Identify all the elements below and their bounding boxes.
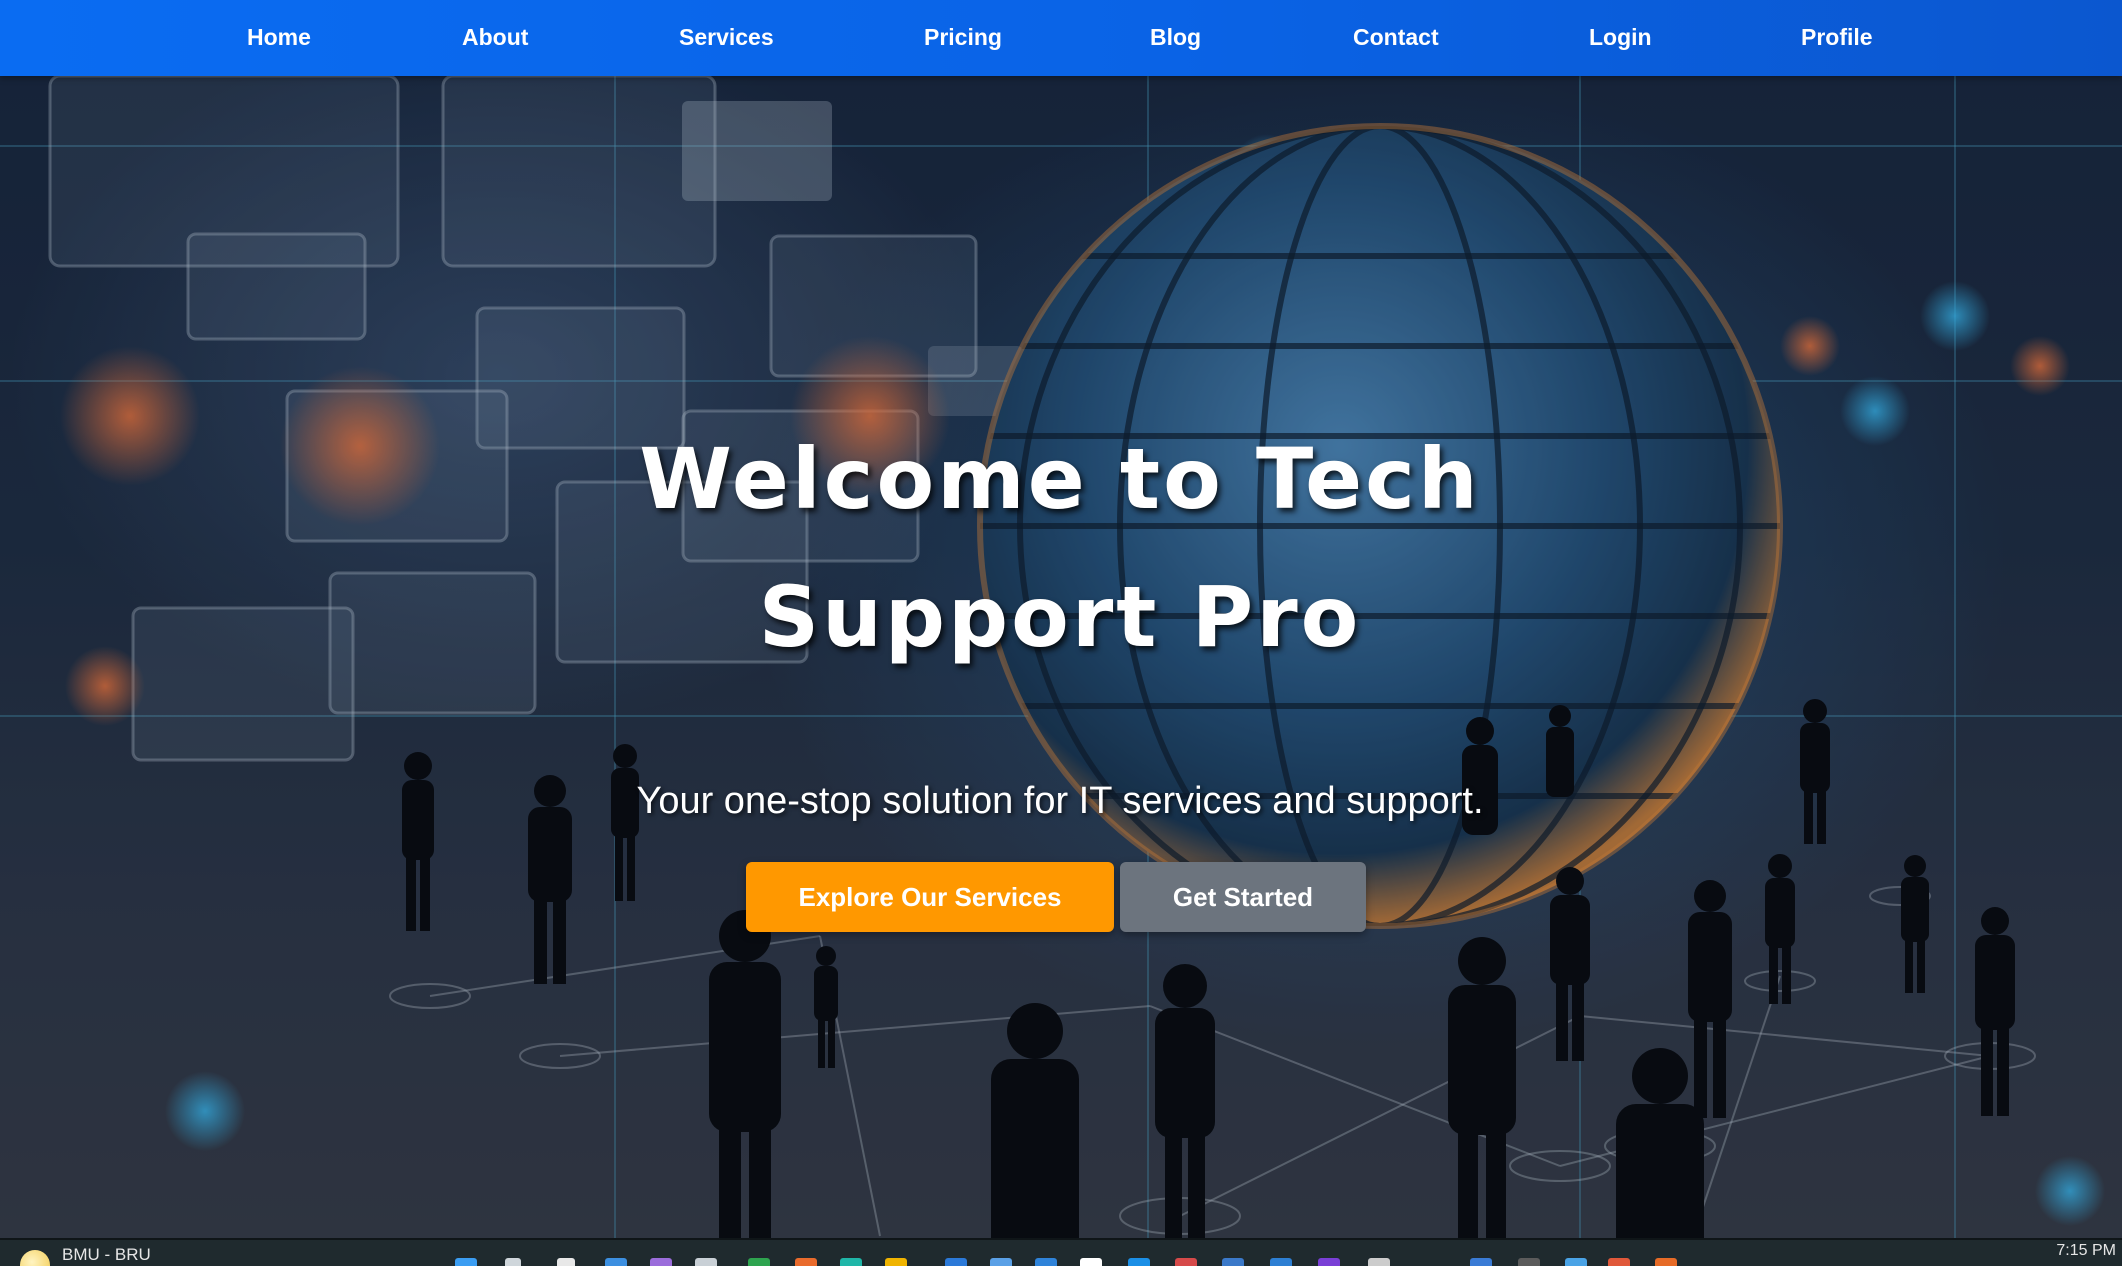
os-taskbar: BMU - BRU 7:15 PM [0, 1238, 2122, 1266]
hero-title-line2: Support Pro [758, 568, 1362, 666]
vscode-icon[interactable] [945, 1258, 967, 1266]
top-nav-bar: Home About Services Pricing Blog Contact… [0, 0, 2122, 76]
explore-services-button[interactable]: Explore Our Services [746, 862, 1114, 932]
task-view-icon[interactable] [557, 1258, 575, 1266]
telegram-icon[interactable] [1128, 1258, 1150, 1266]
nav-pricing-link[interactable]: Pricing [924, 24, 1002, 51]
app-icon[interactable] [1655, 1258, 1677, 1266]
word-icon[interactable] [1035, 1258, 1057, 1266]
mail-icon[interactable] [695, 1258, 717, 1266]
store-icon[interactable] [990, 1258, 1012, 1266]
app-icon[interactable] [1222, 1258, 1244, 1266]
nav-about-link[interactable]: About [462, 24, 528, 51]
nav-profile-link[interactable]: Profile [1801, 24, 1873, 51]
app-icon[interactable] [1270, 1258, 1292, 1266]
app-icon[interactable] [1518, 1258, 1540, 1266]
nav-login-link[interactable]: Login [1589, 24, 1652, 51]
weather-text[interactable]: BMU - BRU [62, 1245, 151, 1265]
excel-icon[interactable] [748, 1258, 770, 1266]
page: Home About Services Pricing Blog Contact… [0, 0, 2122, 1266]
get-started-button[interactable]: Get Started [1120, 862, 1366, 932]
app-icon[interactable] [1608, 1258, 1630, 1266]
app-icon[interactable] [840, 1258, 862, 1266]
chrome-icon[interactable] [795, 1258, 817, 1266]
weather-icon[interactable] [20, 1250, 50, 1266]
nav-contact-link[interactable]: Contact [1353, 24, 1439, 51]
hero-title: Welcome to Tech Support Pro [560, 410, 1560, 686]
calendar-icon[interactable] [1175, 1258, 1197, 1266]
github-icon[interactable] [1368, 1258, 1390, 1266]
app-icon[interactable] [1565, 1258, 1587, 1266]
hero-title-line1: Welcome to Tech [639, 430, 1481, 528]
file-explorer-icon[interactable] [885, 1258, 907, 1266]
app-icon[interactable] [1470, 1258, 1492, 1266]
teams-icon[interactable] [650, 1258, 672, 1266]
start-menu-icon[interactable] [455, 1258, 477, 1266]
notepad-icon[interactable] [1080, 1258, 1102, 1266]
nav-blog-link[interactable]: Blog [1150, 24, 1201, 51]
nav-home-link[interactable]: Home [247, 24, 311, 51]
taskbar-clock[interactable]: 7:15 PM [2056, 1242, 2116, 1260]
hero-subtitle: Your one-stop solution for IT services a… [636, 780, 1484, 822]
edge-browser-icon[interactable] [605, 1258, 627, 1266]
nav-services-link[interactable]: Services [679, 24, 774, 51]
search-icon[interactable] [505, 1258, 521, 1266]
visual-studio-icon[interactable] [1318, 1258, 1340, 1266]
